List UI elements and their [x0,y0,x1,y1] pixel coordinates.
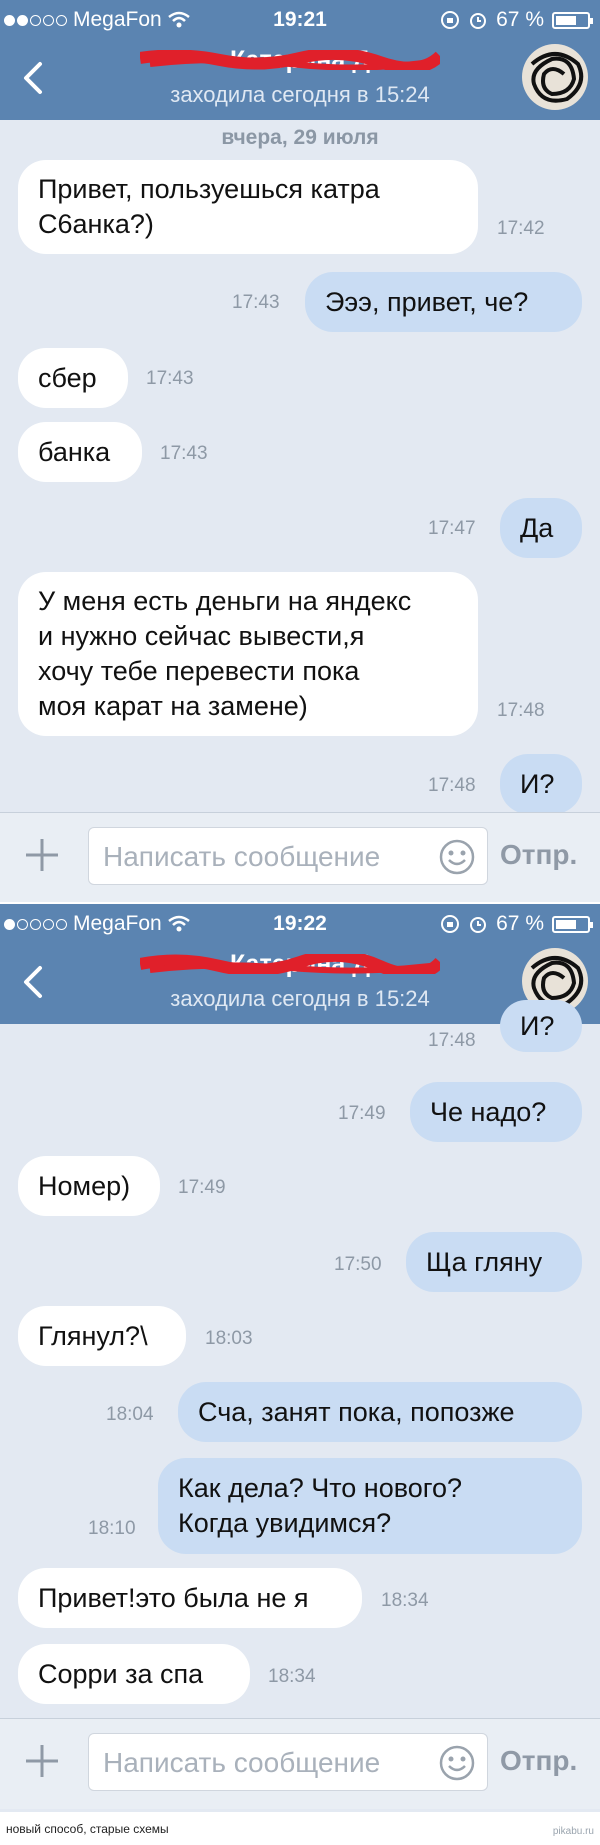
post-caption: новый способ, старые схемы [6,1822,169,1836]
message-text: банка [38,436,111,467]
message-text: Эээ, привет, че? [325,286,529,317]
message-field[interactable] [88,827,488,885]
redaction-scribble [140,954,440,974]
message-time: 18:03 [205,1328,253,1349]
incoming-message[interactable]: Сорри за спа [18,1644,250,1704]
message-text: Глянул?\ [38,1320,148,1351]
incoming-message[interactable]: Привет, пользуешься катра С6анка?) [18,160,478,254]
message-time: 18:34 [268,1666,316,1687]
outgoing-message[interactable]: Да [500,498,582,558]
outgoing-message[interactable]: И? [500,754,582,814]
message-field[interactable] [88,1733,488,1791]
message-input[interactable] [101,1742,425,1784]
message-time: 17:50 [334,1254,382,1275]
message-time: 17:49 [338,1103,386,1124]
redaction-scribble [140,50,440,70]
incoming-message[interactable]: банка [18,422,142,482]
chat-header: Катерина Д заходила сегодня в 15:24 [0,38,600,120]
message-time: 17:43 [232,292,280,313]
message-time: 17:48 [428,775,476,796]
send-button[interactable]: Отпр. [500,1745,577,1777]
chat-screen-1: MegaFon 19:21 67 % Катерина Д заходила с… [0,0,600,902]
date-separator: вчера, 29 июля [221,126,379,149]
lock-rotation-icon [441,11,460,29]
message-time: 17:47 [428,518,476,539]
incoming-message[interactable]: Привет!это была не я [18,1568,362,1628]
message-text: И? [520,768,555,799]
send-button[interactable]: Отпр. [500,839,577,871]
message-text: Сча, занят пока, попозже [198,1396,515,1427]
alarm-icon [470,13,487,29]
battery-icon [552,915,593,933]
message-input[interactable] [101,836,425,878]
outgoing-message[interactable]: Ща гляну [406,1232,582,1292]
avatar-scribble [530,52,584,103]
battery-percent: 67 % [496,912,544,935]
message-time: 18:34 [381,1590,429,1611]
message-time: 17:49 [178,1177,226,1198]
message-text: И? [520,1010,555,1041]
message-text: Номер) [38,1170,131,1201]
message-time: 18:10 [88,1518,136,1539]
message-text: Че надо? [430,1096,547,1127]
smile-icon[interactable] [439,839,475,875]
message-input-bar: Отпр. [0,812,600,902]
incoming-message[interactable]: У меня есть деньги на яндекс и нужно сей… [18,572,478,736]
outgoing-message[interactable]: Как дела? Что нового? Когда увидимся? [158,1458,582,1554]
message-text: Привет!это была не я [38,1582,309,1613]
incoming-message[interactable]: сбер [18,348,128,408]
message-text: У меня есть деньги на яндекс и нужно сей… [38,586,412,721]
avatar[interactable] [522,44,588,110]
lock-rotation-icon [441,915,460,933]
message-time: 17:43 [146,368,194,389]
message-text: Да [520,512,554,543]
alarm-icon [470,917,487,933]
status-bar: MegaFon 19:21 67 % [0,0,600,38]
outgoing-message[interactable]: Че надо? [410,1082,582,1142]
outgoing-message[interactable]: Сча, занят пока, попозже [178,1382,582,1442]
status-bar: MegaFon 19:22 67 % [0,904,600,942]
smile-icon[interactable] [439,1745,475,1781]
message-time: 17:43 [160,443,208,464]
message-time: 17:42 [497,218,545,239]
battery-percent: 67 % [496,8,544,31]
message-text: Привет, пользуешься катра С6анка?) [38,174,380,239]
outgoing-message[interactable]: Эээ, привет, че? [305,272,582,332]
plus-icon[interactable] [22,835,62,875]
message-time: 18:04 [106,1404,154,1425]
incoming-message[interactable]: Глянул?\ [18,1306,186,1366]
message-text: Ща гляну [426,1246,543,1277]
message-text: Сорри за спа [38,1658,204,1689]
plus-icon[interactable] [22,1741,62,1781]
message-time: 17:48 [497,700,545,721]
incoming-message[interactable]: Номер) [18,1156,160,1216]
chat-screen-2: MegaFon 19:22 67 % Катерина Д заходила с… [0,904,600,1812]
watermark: pikabu.ru [552,1826,594,1837]
outgoing-message[interactable]: И? [500,1000,582,1052]
message-text: Как дела? Что нового? Когда увидимся? [178,1473,463,1538]
message-text: сбер [38,362,97,393]
last-seen: заходила сегодня в 15:24 [170,82,430,107]
battery-icon [552,11,593,29]
message-time: 17:48 [428,1030,476,1051]
message-input-bar: Отпр. [0,1718,600,1809]
